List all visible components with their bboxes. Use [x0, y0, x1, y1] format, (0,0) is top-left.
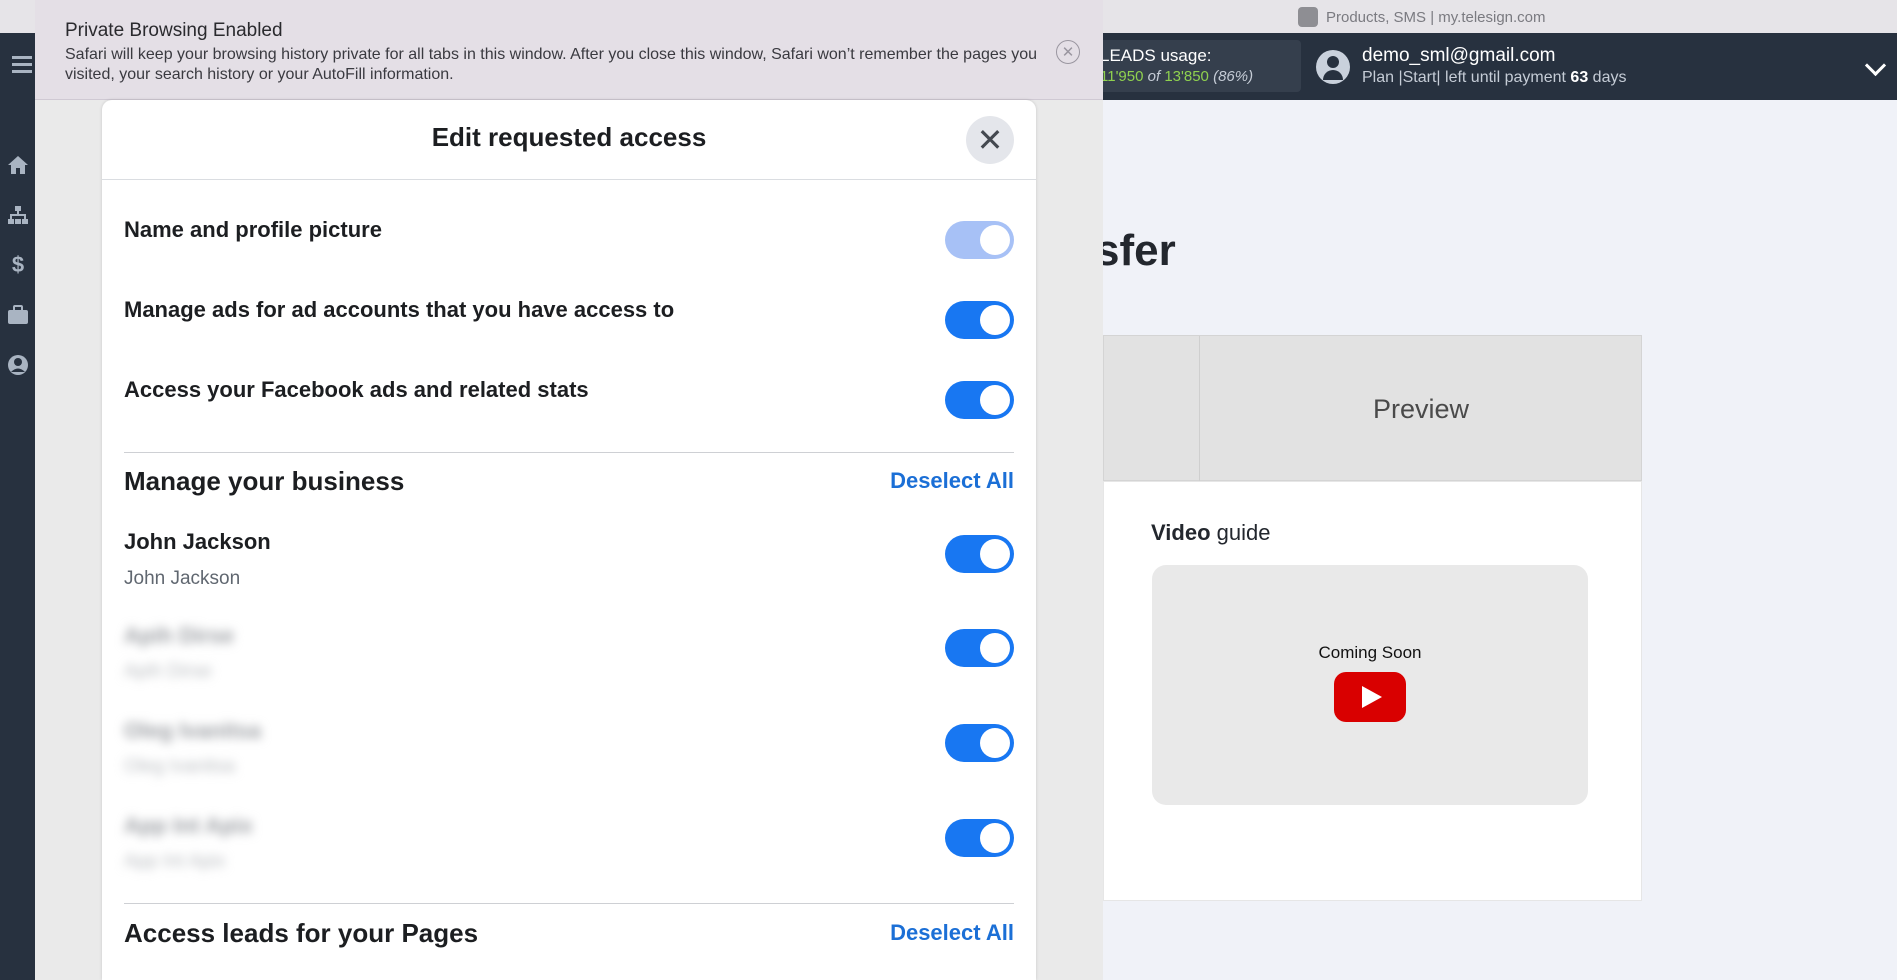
- business-sub-blurred: App Int Apix: [124, 851, 226, 872]
- permission-toggle-manage-ads[interactable]: [945, 301, 1014, 339]
- video-placeholder[interactable]: Coming Soon: [1152, 565, 1588, 805]
- business-toggle[interactable]: [945, 819, 1014, 857]
- dollar-icon[interactable]: $: [6, 252, 30, 277]
- business-toggle[interactable]: [945, 629, 1014, 667]
- private-browsing-title: Private Browsing Enabled: [65, 20, 283, 41]
- permission-toggle-ads-stats[interactable]: [945, 381, 1014, 419]
- private-browsing-description: Safari will keep your browsing history p…: [65, 46, 1038, 83]
- sitemap-icon[interactable]: [6, 203, 30, 227]
- plan-info: Plan |Start| left until payment 63 days: [1362, 69, 1627, 86]
- permission-toggle-profile[interactable]: [945, 221, 1014, 259]
- business-name-blurred: Apih Dirse: [124, 623, 235, 648]
- menu-icon[interactable]: [12, 56, 32, 59]
- close-icon[interactable]: ✕: [1056, 40, 1080, 64]
- site-favicon-icon: [1298, 7, 1318, 27]
- user-email[interactable]: demo_sml@gmail.com: [1362, 45, 1556, 67]
- user-circle-icon[interactable]: [6, 353, 30, 377]
- briefcase-icon[interactable]: [6, 303, 30, 327]
- section-divider: [124, 903, 1014, 904]
- business-toggle[interactable]: [945, 724, 1014, 762]
- youtube-play-icon[interactable]: [1334, 672, 1406, 722]
- permission-label: Access your Facebook ads and related sta…: [124, 377, 589, 402]
- dialog-close-button[interactable]: ✕: [966, 116, 1014, 164]
- dialog-title: Edit requested access: [431, 122, 707, 152]
- edit-access-dialog: Edit requested access ✕ Name and profile…: [102, 100, 1036, 980]
- section-title-business: Manage your business: [124, 466, 405, 496]
- video-guide-heading: Video guide: [1151, 520, 1271, 545]
- page-title: sfer: [1095, 226, 1176, 275]
- permission-label: Name and profile picture: [124, 217, 382, 242]
- tab-preview[interactable]: Preview: [1200, 336, 1642, 482]
- leads-usage-box: LEADS usage: 11'950 of 13'850 (86%): [1085, 40, 1301, 92]
- business-sub-blurred: Apih Dirse: [124, 661, 212, 682]
- business-name-blurred: App Int Apix: [124, 813, 253, 838]
- site-label: Products, SMS | my.telesign.com: [1298, 7, 1546, 27]
- business-sub-blurred: Oleg Ivanitsa: [124, 756, 235, 777]
- avatar[interactable]: [1316, 50, 1350, 84]
- private-browsing-banner: Private Browsing Enabled Safari will kee…: [35, 0, 1103, 100]
- coming-soon-label: Coming Soon: [1318, 643, 1422, 662]
- home-icon[interactable]: [6, 153, 30, 177]
- sidebar: $: [0, 33, 35, 980]
- leads-usage-label: LEADS usage:: [1100, 46, 1212, 65]
- section-title-leads: Access leads for your Pages: [124, 918, 479, 948]
- permission-label: Manage ads for ad accounts that you have…: [124, 297, 675, 322]
- deselect-all-business-button[interactable]: Deselect All: [890, 468, 1014, 494]
- business-toggle[interactable]: [945, 535, 1014, 573]
- business-name: John Jackson: [124, 529, 271, 554]
- business-name-blurred: Oleg Ivanitsa: [124, 718, 261, 743]
- dialog-header: Edit requested access ✕: [102, 100, 1036, 180]
- leads-usage-value: 11'950 of 13'850 (86%): [1100, 68, 1254, 85]
- business-sub: John Jackson: [124, 568, 241, 589]
- section-divider: [124, 452, 1014, 453]
- step-tabs: Preview: [1103, 335, 1642, 482]
- deselect-all-leads-button[interactable]: Deselect All: [890, 920, 1014, 946]
